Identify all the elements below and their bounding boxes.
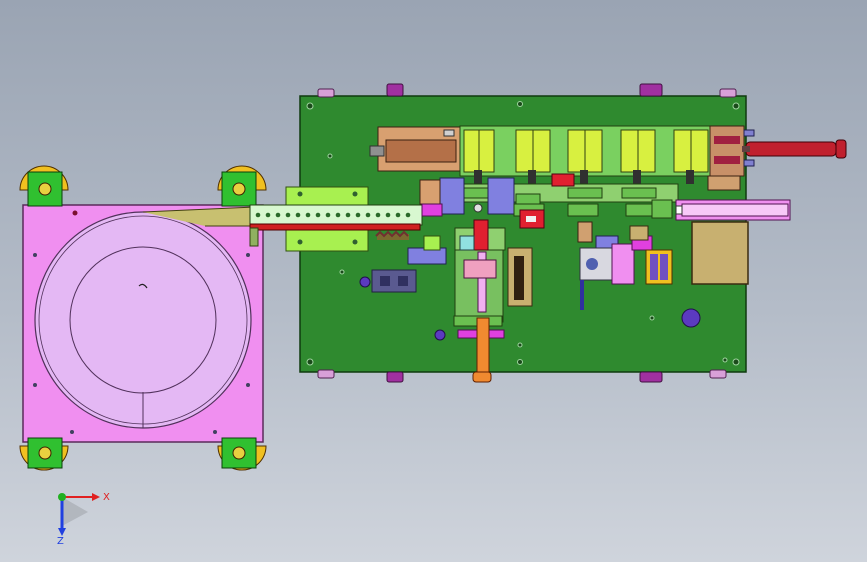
right-clamp-purple[interactable] — [645, 249, 673, 285]
outfeed-chute[interactable] — [675, 199, 791, 221]
z-axis-label: Z — [57, 536, 64, 547]
cad-viewport[interactable]: X Z — [0, 0, 867, 562]
small-red-clamp[interactable] — [519, 209, 545, 229]
x-axis-label: X — [103, 492, 110, 503]
red-pneumatic-cylinder[interactable] — [742, 139, 847, 159]
pneumatic-cylinder-left[interactable] — [369, 126, 461, 172]
vibratory-bowl-feeder[interactable] — [19, 165, 267, 471]
cad-assembly-drawing[interactable]: X Z — [0, 0, 867, 562]
collection-bin[interactable] — [691, 221, 749, 285]
coordinate-triad-icon: X Z — [57, 492, 110, 547]
slide-block-khaki[interactable] — [507, 247, 533, 307]
